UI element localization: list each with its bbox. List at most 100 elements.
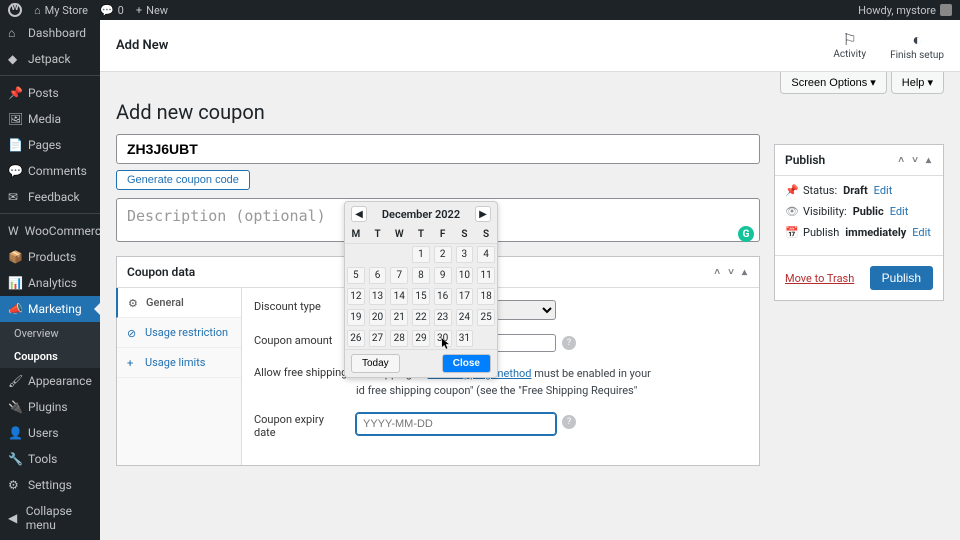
wp-logo[interactable] xyxy=(8,3,22,17)
sidebar-item-feedback[interactable]: ✉Feedback xyxy=(0,184,100,210)
site-name-link[interactable]: ⌂ My Store xyxy=(34,4,88,17)
datepicker-day[interactable]: 24 xyxy=(456,309,474,326)
activity-button[interactable]: ⚐ Activity xyxy=(833,30,866,61)
sidebar-item-marketing[interactable]: 📣Marketing xyxy=(0,296,100,322)
menu-icon: 📦 xyxy=(8,250,22,264)
move-to-trash-link[interactable]: Move to Trash xyxy=(785,272,854,285)
datepicker-day[interactable]: 22 xyxy=(412,309,430,326)
expiry-date-input[interactable] xyxy=(356,413,556,435)
datepicker-day[interactable]: 4 xyxy=(477,246,495,263)
sidebar-item-appearance[interactable]: 🖌Appearance xyxy=(0,368,100,394)
help-tab[interactable]: Help ▾ xyxy=(891,72,944,94)
sidebar-item-label: Jetpack xyxy=(28,52,71,66)
datepicker-today-button[interactable]: Today xyxy=(351,354,400,373)
datepicker-day[interactable]: 15 xyxy=(412,288,430,305)
datepicker-day[interactable]: 25 xyxy=(477,309,495,326)
coupon-tab-usage-restriction[interactable]: ⊘Usage restriction xyxy=(117,318,241,348)
coupon-code-input[interactable] xyxy=(116,134,760,164)
menu-icon: 🔧 xyxy=(8,452,22,466)
submenu-item-overview[interactable]: Overview xyxy=(0,322,100,345)
sidebar-item-users[interactable]: 👤Users xyxy=(0,420,100,446)
panel-down-caret[interactable]: ˅ xyxy=(726,267,736,278)
datepicker-day[interactable]: 27 xyxy=(369,330,387,347)
sidebar-item-tools[interactable]: 🔧Tools xyxy=(0,446,100,472)
datepicker-day[interactable]: 11 xyxy=(477,267,495,284)
panel-up-caret[interactable]: ˄ xyxy=(712,267,722,278)
datepicker-day[interactable]: 7 xyxy=(390,267,408,284)
sidebar-item-plugins[interactable]: 🔌Plugins xyxy=(0,394,100,420)
datepicker-day[interactable]: 17 xyxy=(456,288,474,305)
sidebar-item-label: Comments xyxy=(28,164,87,178)
help-icon[interactable]: ? xyxy=(562,336,576,350)
grammarly-icon[interactable]: G xyxy=(738,226,754,242)
datepicker-day[interactable]: 18 xyxy=(477,288,495,305)
datepicker-day[interactable]: 13 xyxy=(369,288,387,305)
datepicker-dow: T xyxy=(410,226,432,244)
datepicker-day[interactable]: 16 xyxy=(434,288,452,305)
visibility-label: Visibility: xyxy=(803,205,847,218)
comments-bubble[interactable]: 💬 0 xyxy=(100,4,124,17)
publish-button[interactable]: Publish xyxy=(870,266,933,290)
datepicker-day[interactable]: 8 xyxy=(412,267,430,284)
submenu-item-coupons[interactable]: Coupons xyxy=(0,345,100,368)
datepicker-day[interactable]: 12 xyxy=(347,288,365,305)
publish-up-caret[interactable]: ˄ xyxy=(896,155,906,166)
screen-options-tab[interactable]: Screen Options ▾ xyxy=(780,72,886,94)
datepicker-day[interactable]: 5 xyxy=(347,267,365,284)
sidebar-item-pages[interactable]: 📄Pages xyxy=(0,132,100,158)
datepicker-day[interactable]: 9 xyxy=(434,267,452,284)
publish-when-label: Publish xyxy=(803,226,839,239)
help-icon[interactable]: ? xyxy=(562,415,576,429)
sidebar-item-label: Settings xyxy=(28,478,72,492)
datepicker-next-button[interactable]: ▶ xyxy=(475,206,491,222)
datepicker-day[interactable]: 1 xyxy=(412,246,430,263)
sidebar-item-label: WooCommerce xyxy=(25,224,100,238)
admin-sidebar: ⌂Dashboard◆Jetpack 📌Posts🖼Media📄Pages💬Com… xyxy=(0,20,100,540)
datepicker-day[interactable]: 6 xyxy=(369,267,387,284)
finish-setup-button[interactable]: ◐ Finish setup xyxy=(890,30,944,61)
publish-collapse-caret[interactable]: ▴ xyxy=(924,155,933,166)
datepicker-day[interactable]: 19 xyxy=(347,309,365,326)
coupon-tab-usage-limits[interactable]: +Usage limits xyxy=(117,348,241,378)
datepicker-day[interactable]: 21 xyxy=(390,309,408,326)
publish-down-caret[interactable]: ˅ xyxy=(910,155,920,166)
sidebar-item-jetpack[interactable]: ◆Jetpack xyxy=(0,46,100,72)
expiry-label: Coupon expiry date xyxy=(254,413,348,439)
datepicker-day[interactable]: 23 xyxy=(434,309,452,326)
datepicker-day[interactable]: 10 xyxy=(456,267,474,284)
menu-icon: 📊 xyxy=(8,276,22,290)
coupon-tab-general[interactable]: ⚙General xyxy=(116,288,241,318)
datepicker-day[interactable]: 28 xyxy=(390,330,408,347)
visibility-edit-link[interactable]: Edit xyxy=(890,205,909,218)
howdy-link[interactable]: Howdy, mystore xyxy=(858,4,952,17)
datepicker-prev-button[interactable]: ◀ xyxy=(351,206,367,222)
collapse-menu[interactable]: ◀Collapse menu xyxy=(0,498,100,538)
sidebar-item-woocommerce[interactable]: WWooCommerce xyxy=(0,218,100,244)
status-edit-link[interactable]: Edit xyxy=(874,184,893,197)
publish-when-edit-link[interactable]: Edit xyxy=(912,226,931,239)
panel-collapse-caret[interactable]: ▴ xyxy=(740,267,749,278)
generate-coupon-button[interactable]: Generate coupon code xyxy=(116,170,250,190)
status-label: Status: xyxy=(803,184,837,197)
sidebar-item-analytics[interactable]: 📊 Analytics xyxy=(0,270,100,296)
datepicker-day[interactable]: 31 xyxy=(456,330,474,347)
datepicker-day[interactable]: 14 xyxy=(390,288,408,305)
publish-when-value: immediately xyxy=(845,226,906,239)
sidebar-item-settings[interactable]: ⚙Settings xyxy=(0,472,100,498)
new-link[interactable]: + New xyxy=(136,4,168,17)
datepicker-day[interactable]: 26 xyxy=(347,330,365,347)
datepicker-day[interactable]: 3 xyxy=(456,246,474,263)
sidebar-item-label: Analytics xyxy=(28,276,77,290)
sidebar-item-products[interactable]: 📦Products xyxy=(0,244,100,270)
datepicker-day[interactable]: 2 xyxy=(434,246,452,263)
datepicker-day[interactable]: 29 xyxy=(412,330,430,347)
datepicker-day[interactable]: 20 xyxy=(369,309,387,326)
sidebar-item-posts[interactable]: 📌Posts xyxy=(0,80,100,106)
sidebar-item-dashboard[interactable]: ⌂Dashboard xyxy=(0,20,100,46)
datepicker-close-button[interactable]: Close xyxy=(442,354,491,373)
sidebar-item-comments[interactable]: 💬Comments xyxy=(0,158,100,184)
sidebar-item-media[interactable]: 🖼Media xyxy=(0,106,100,132)
discount-type-label: Discount type xyxy=(254,300,348,313)
menu-icon: ✉ xyxy=(8,190,22,204)
avatar-icon xyxy=(940,4,952,16)
